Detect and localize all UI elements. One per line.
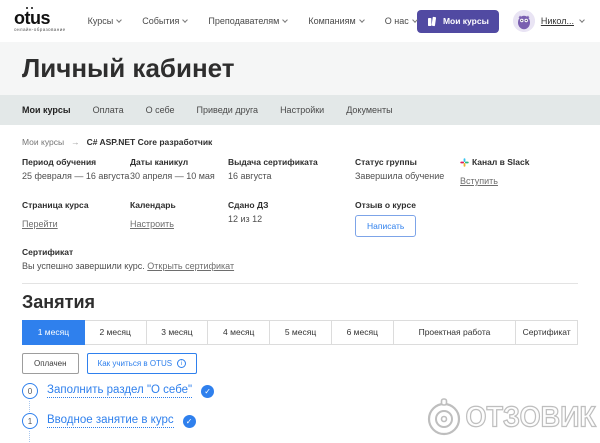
nav-about[interactable]: О нас — [385, 16, 418, 26]
lesson-number: 0 — [22, 383, 38, 399]
certificate-issue-cell: Выдача сертификата 16 августа — [228, 157, 355, 189]
otus-wordmark: otus — [14, 8, 51, 28]
month-tab-5[interactable]: 5 месяц — [269, 320, 332, 345]
account-tabbar: Мои курсы Оплата О себе Приведи друга На… — [0, 95, 600, 125]
slack-cell: Канал в Slack Вступить — [460, 157, 530, 186]
user-name: Никол... — [540, 16, 574, 26]
info-icon: i — [177, 359, 187, 368]
how-to-study-button[interactable]: Как учиться в OTUS i — [86, 353, 198, 374]
lesson-link[interactable]: Вводное занятие в курс — [47, 414, 174, 428]
lessons-heading: Занятия — [22, 292, 96, 312]
certificate-block: Сертификат Вы успешно завершили курс. От… — [22, 247, 578, 271]
chevron-down-icon — [579, 17, 585, 23]
lesson-link[interactable]: Заполнить раздел "О себе" — [47, 384, 193, 398]
course-page-cell: Страница курса Перейти — [22, 200, 89, 229]
main-nav: Курсы События Преподавателям Компаниям О… — [88, 16, 418, 26]
month-tab-6[interactable]: 6 месяц — [330, 320, 394, 345]
nav-events[interactable]: События — [142, 16, 189, 26]
lesson-item: 0 Заполнить раздел "О себе" ✓ — [22, 383, 578, 412]
calendar-configure-link[interactable]: Настроить — [130, 219, 174, 229]
month-tab-certificate[interactable]: Сертификат — [515, 320, 579, 345]
avatar — [512, 10, 535, 32]
lesson-item: 1 Вводное занятие в курс ✓ — [22, 413, 578, 442]
section-divider — [22, 283, 578, 284]
page-title: Личный кабинет — [22, 53, 235, 83]
breadcrumb-course-name: C# ASP.NET Core разработчик — [86, 137, 213, 147]
top-header: otus онлайн-образование Курсы События Пр… — [0, 0, 600, 42]
status-row: Оплачен Как учиться в OTUS i — [22, 353, 578, 374]
user-menu[interactable]: Никол... — [512, 10, 585, 32]
homework-value: 12 из 12 — [228, 214, 263, 224]
lesson-number: 1 — [22, 413, 38, 429]
open-certificate-link[interactable]: Открыть сертификат — [147, 261, 234, 271]
tab-about-me[interactable]: О себе — [146, 105, 175, 115]
holidays-value: 30 апреля — 10 мая — [130, 171, 215, 181]
books-icon — [427, 16, 436, 26]
slack-join-link[interactable]: Вступить — [460, 176, 498, 186]
homework-cell: Сдано ДЗ 12 из 12 — [228, 200, 355, 237]
title-band: Личный кабинет — [0, 42, 600, 95]
tab-refer-friend[interactable]: Приведи друга — [197, 105, 259, 115]
month-tab-2[interactable]: 2 месяц — [83, 320, 147, 345]
nav-courses[interactable]: Курсы — [88, 16, 123, 26]
month-tabs: 1 месяц 2 месяц 3 месяц 4 месяц 5 месяц … — [22, 320, 579, 345]
study-period-value: 25 февраля — 16 августа — [22, 171, 130, 181]
breadcrumb-my-courses[interactable]: Мои курсы — [22, 137, 64, 147]
chevron-down-icon — [116, 17, 123, 23]
paid-status-badge: Оплачен — [22, 353, 79, 374]
chevron-down-icon — [282, 17, 289, 23]
certificate-issue-value: 16 августа — [228, 171, 272, 181]
month-tab-4[interactable]: 4 месяц — [207, 320, 271, 345]
slack-icon — [460, 157, 469, 167]
course-info-grid: Период обучения 25 февраля — 16 августа … — [22, 157, 578, 237]
study-period-cell: Период обучения 25 февраля — 16 августа — [22, 157, 130, 181]
main-content: Мои курсы → C# ASP.NET Core разработчик … — [0, 137, 600, 443]
owl-mascot-icon — [512, 10, 535, 32]
chevron-down-icon — [358, 17, 365, 23]
nav-companies[interactable]: Компаниям — [308, 16, 365, 26]
group-status-cell: Статус группы Завершила обучение — [355, 157, 460, 189]
month-tab-1[interactable]: 1 месяц — [22, 320, 85, 345]
otus-logo[interactable]: otus онлайн-образование — [14, 8, 66, 32]
check-icon: ✓ — [201, 384, 215, 398]
breadcrumb: Мои курсы → C# ASP.NET Core разработчик — [22, 137, 578, 147]
review-cell: Отзыв о курсе Написать — [355, 200, 578, 237]
tab-payment[interactable]: Оплата — [93, 105, 124, 115]
month-tab-project[interactable]: Проектная работа — [392, 320, 517, 345]
logo-subtitle: онлайн-образование — [14, 27, 66, 32]
chevron-down-icon — [182, 17, 189, 23]
lesson-list: 0 Заполнить раздел "О себе" ✓ 1 Вводное … — [22, 383, 578, 443]
course-page-link[interactable]: Перейти — [22, 219, 58, 229]
nav-teachers[interactable]: Преподавателям — [208, 16, 289, 26]
tab-settings[interactable]: Настройки — [280, 105, 324, 115]
arrow-right-icon: → — [71, 137, 80, 147]
calendar-cell: Календарь Настроить — [130, 200, 176, 229]
write-review-button[interactable]: Написать — [355, 215, 417, 237]
my-courses-button[interactable]: Мои курсы — [416, 9, 499, 33]
group-status-value: Завершила обучение — [355, 171, 445, 181]
tab-documents[interactable]: Документы — [346, 105, 392, 115]
certificate-text: Вы успешно завершили курс. — [22, 261, 145, 271]
tab-my-courses[interactable]: Мои курсы — [22, 105, 71, 115]
certificate-label: Сертификат — [22, 247, 74, 257]
month-tab-3[interactable]: 3 месяц — [145, 320, 209, 345]
holidays-cell: Даты каникул 30 апреля — 10 мая — [130, 157, 228, 189]
check-icon: ✓ — [182, 414, 196, 428]
